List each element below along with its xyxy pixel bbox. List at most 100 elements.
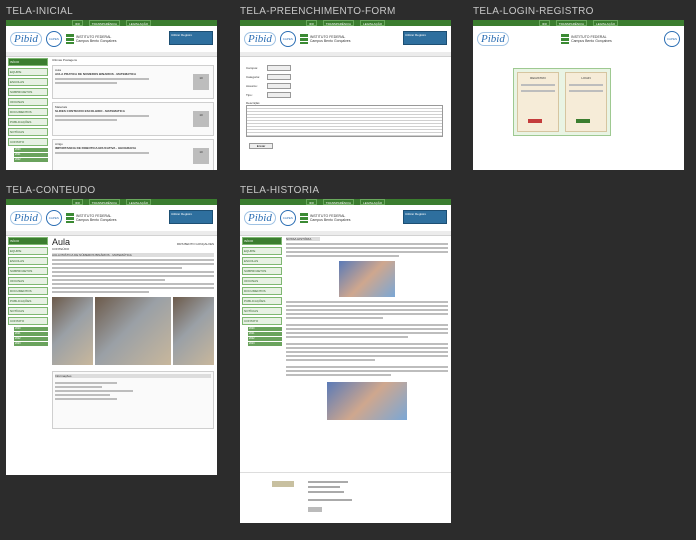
nav-bar[interactable] [240,52,451,57]
photo-gallery[interactable] [52,297,214,365]
sidebar-subitem[interactable]: 2022 [14,158,48,162]
search-box[interactable]: Utilizar Registro [169,210,213,224]
sidebar-item[interactable]: EQUIPE [8,247,48,255]
sidebar-item[interactable]: CONTATO [8,138,48,146]
sidebar-item[interactable]: INÍCIO [242,237,282,245]
sidebar-subitem[interactable]: 2021 [14,332,48,336]
sidebar-item[interactable]: SUBPROJETOS [242,267,282,275]
sidebar-item[interactable]: OFICINAS [8,98,48,106]
header: Pibid CAPES INSTITUTO FEDERAL Campus Bent… [240,26,451,52]
sidebar-subitem[interactable]: 2023 [248,342,282,346]
sidebar-subitem[interactable]: 2021 [248,332,282,336]
if-logo: INSTITUTO FEDERAL Campus Bento Gonçalves [299,34,351,44]
sidebar-subitem[interactable]: 2020 [248,327,282,331]
campus-select[interactable] [267,65,291,71]
if-logo: INSTITUTO FEDERAL Campus Bento Gonçalves [65,34,117,44]
sidebar-item[interactable]: ESCOLAS [8,257,48,265]
frame-tela-conteudo: TELA-CONTEUDO IFR TRANSPARÊNCIA LEGISLAÇÃO… [6,185,217,475]
sidebar-item[interactable]: ESCOLAS [242,257,282,265]
register-card: REGISTRO [517,72,559,132]
info-box: Informações [52,371,214,429]
sidebar-item[interactable]: PUBLICAÇÕES [8,118,48,126]
sidebar-subitem[interactable]: 2020 [14,148,48,152]
sidebar-item[interactable]: EQUIPE [242,247,282,255]
nav-bar[interactable] [240,231,451,236]
sidebar-item[interactable]: ESCOLAS [8,78,48,86]
frame-label: TELA-CONTEUDO [6,185,96,196]
sidebar-item[interactable]: OFICINAS [242,277,282,285]
sidebar-item[interactable]: EQUIPE [8,68,48,76]
description-textarea[interactable] [246,105,443,137]
nav-bar[interactable] [6,231,217,236]
sidebar-item[interactable]: PUBLICAÇÕES [242,297,282,305]
pibid-logo[interactable]: Pibid [10,211,42,225]
gallery-photo[interactable] [95,297,171,365]
sidebar-subitem[interactable]: 2021 [14,153,48,157]
sidebar-item[interactable]: SUBPROJETOS [8,267,48,275]
sidebar-item[interactable]: CONTATO [8,317,48,325]
sidebar-subitem[interactable]: 2022 [248,337,282,341]
sidebar: INÍCIO EQUIPE ESCOLAS SUBPROJETOS OFICIN… [242,237,282,347]
field-label: Categoria: [246,75,260,79]
sidebar-item[interactable]: DOCUMENTOS [8,108,48,116]
sidebar-item[interactable]: CONTATO [242,317,282,325]
register-button[interactable] [528,119,542,123]
sidebar-item[interactable]: INÍCIO [8,237,48,245]
main-content: NOSSA HISTÓRIA [286,237,448,426]
gallery-photo[interactable] [172,297,214,365]
pibid-logo[interactable]: Pibid [477,32,509,46]
sidebar-item[interactable]: NOTÍCIAS [242,307,282,315]
search-box[interactable]: Utilizar Registro [169,31,213,45]
post-title[interactable]: SLIDES CONTEUDO ESCOLHIDO - MATEMATICA [55,109,211,113]
field-label: Assunto: [246,84,258,88]
search-box[interactable]: Utilizar Registro [403,210,447,224]
header: Pibid CAPES INSTITUTO FEDERAL Campus Bent… [240,205,451,231]
post-card[interactable]: Artigo IMPORTANCIA DE ROBOTICA EDUCATIVA… [52,139,214,170]
subject-select[interactable] [267,83,291,89]
pibid-logo[interactable]: Pibid [244,32,276,46]
type-select[interactable] [267,92,291,98]
post-count: 10 [193,111,209,127]
gallery-photo[interactable] [52,297,94,365]
pibid-logo[interactable]: Pibid [10,32,42,46]
footer [240,472,451,523]
login-card: LOGIN [565,72,607,132]
frame-label: TELA-PREENCHIMENTO-FORM [240,6,396,17]
post-card[interactable]: Materiais SLIDES CONTEUDO ESCOLHIDO - MA… [52,102,214,136]
info-title: Informações [55,374,211,378]
frame-tela-historia: TELA-HISTORIA IFR TRANSPARÊNCIA LEGISLAÇÃO… [240,185,451,523]
post-card[interactable]: Aula AULA PRATICA DE NUMEROS BINARIOS - … [52,65,214,99]
sidebar-item[interactable]: NOTÍCIAS [8,307,48,315]
filter-label[interactable]: Ultimas Postagens [52,58,214,62]
field-label: Tipo: [246,93,253,97]
post-title[interactable]: AULA PRATICA DE NUMEROS BINARIOS - MATEM… [55,72,211,76]
if-logo: INSTITUTO FEDERAL Campus Bento Gonçalves [299,213,351,223]
frame-tela-login: TELA-LOGIN-REGISTRO IFR TRANSPARÊNCIA LEGI… [473,6,684,170]
capes-logo: CAPES [279,31,296,47]
sidebar-item[interactable]: INÍCIO [8,58,48,66]
sidebar-item[interactable]: DOCUMENTOS [242,287,282,295]
pibid-logo[interactable]: Pibid [244,211,276,225]
auth-panel: REGISTRO LOGIN [513,68,611,136]
category-select[interactable] [267,74,291,80]
license-badge [308,507,322,512]
sidebar-subitem[interactable]: 2020 [14,327,48,331]
search-box[interactable]: Utilizar Registro [403,31,447,45]
sidebar-subitem[interactable]: 2022 [14,337,48,341]
sidebar-item[interactable]: NOTÍCIAS [8,128,48,136]
sidebar-item[interactable]: DOCUMENTOS [8,287,48,295]
post-title[interactable]: IMPORTANCIA DE ROBOTICA EDUCATIVA - GEOG… [55,146,211,150]
login-button[interactable] [576,119,590,123]
sidebar-subitem[interactable]: 2023 [14,342,48,346]
screen: IFR TRANSPARÊNCIA LEGISLAÇÃO Pibid CAPES I… [6,20,217,170]
history-photo [339,261,395,297]
header: Pibid INSTITUTO FEDERAL Campus Bento Gonç… [473,26,684,52]
submit-button[interactable]: Enviar [249,143,273,149]
main-content: Ultimas Postagens Aula AULA PRATICA DE N… [52,58,214,170]
screen: IFR TRANSPARÊNCIA LEGISLAÇÃO Pibid CAPES I… [6,199,217,475]
capes-logo: CAPES [279,210,296,226]
sidebar-item[interactable]: PUBLICAÇÕES [8,297,48,305]
sidebar-item[interactable]: OFICINAS [8,277,48,285]
nav-bar[interactable] [6,52,217,57]
sidebar-item[interactable]: SUBPROJETOS [8,88,48,96]
